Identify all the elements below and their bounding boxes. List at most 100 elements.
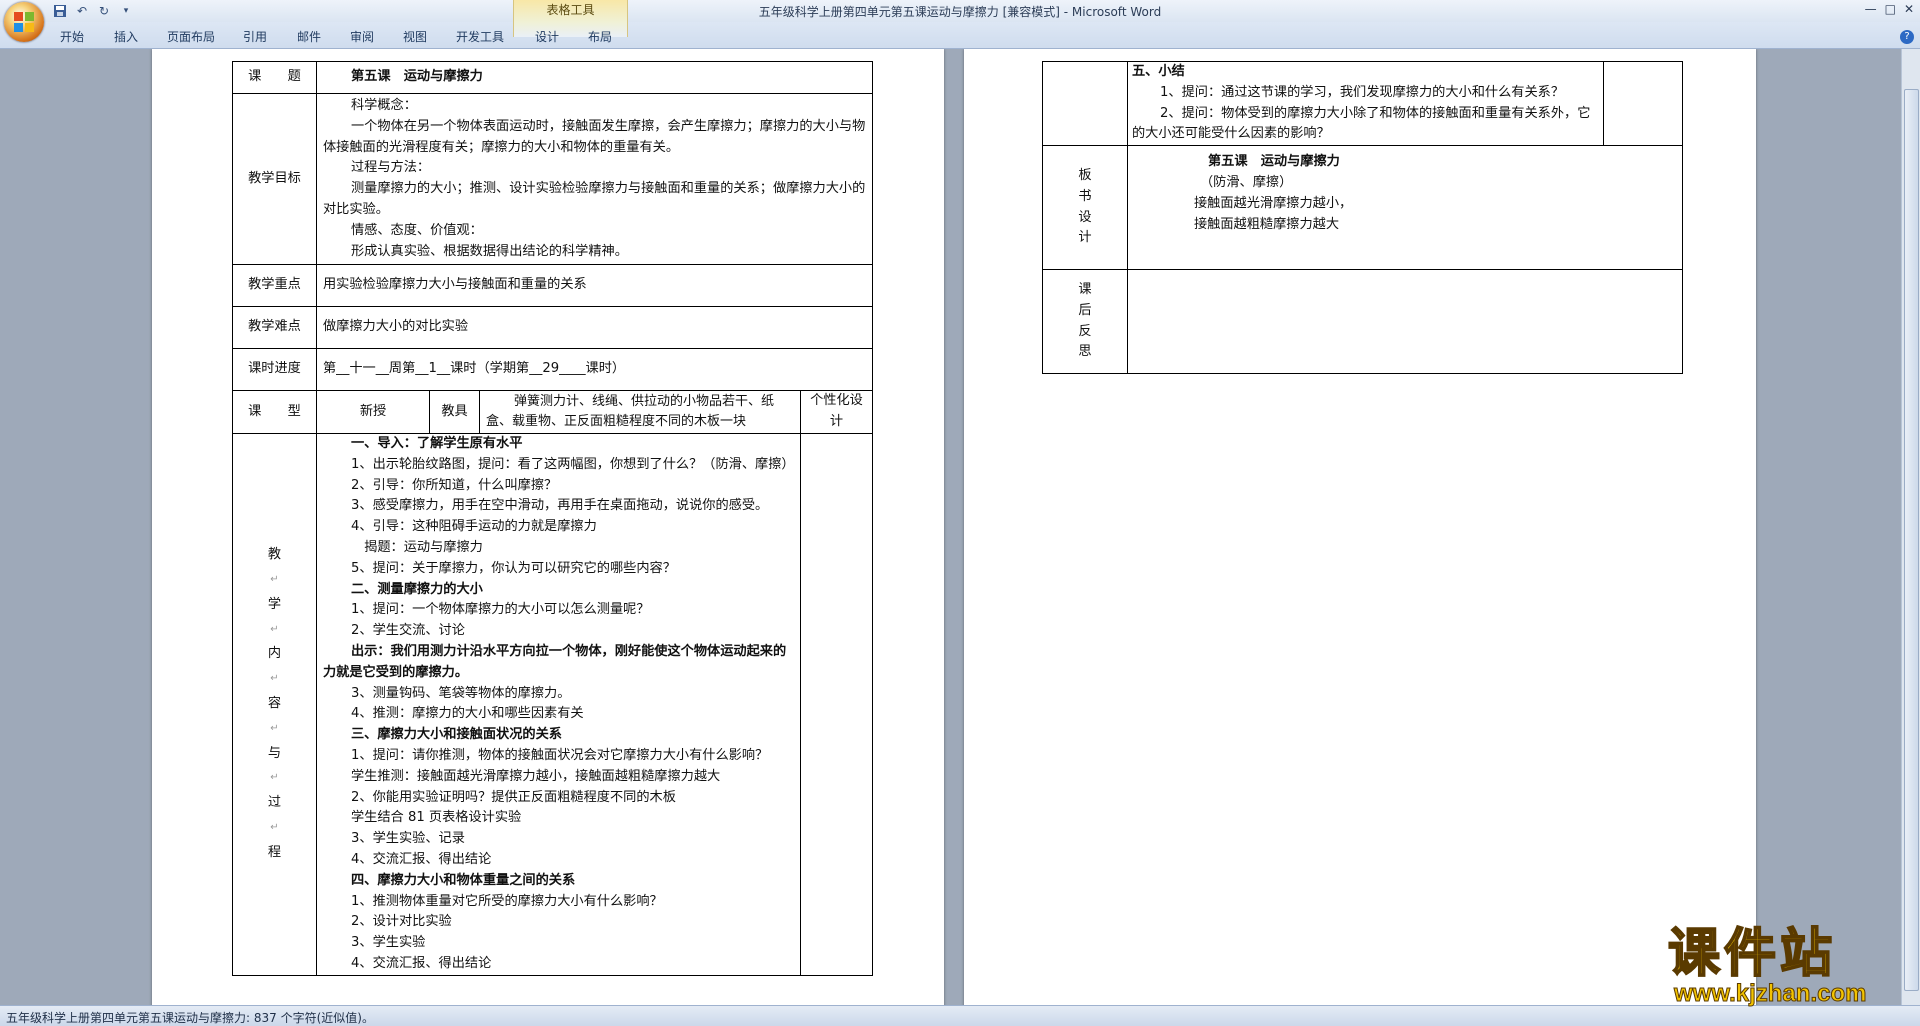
summary-title: 五、小结 xyxy=(1132,64,1185,79)
window-controls: — □ ✕ xyxy=(1865,2,1914,16)
goal-line: 情感、态度、价值观： xyxy=(351,222,483,238)
tab-page-layout[interactable]: 页面布局 xyxy=(167,28,215,45)
process-line: 1、提问：请你推测，物体的接触面状况会对它摩擦力大小有什么影响？ xyxy=(351,747,769,763)
personal-design-cell xyxy=(800,432,873,976)
para-mark: ↵ xyxy=(270,772,279,784)
lesson-table: 课 题 第五课 运动与摩擦力 教学目标 科学概念： 一个物体在另一个物体表面运动… xyxy=(232,61,873,976)
process-line: 二、测量摩擦力的大小 xyxy=(351,581,483,597)
process-line: 3、测量钩码、笔袋等物体的摩擦力。 xyxy=(351,685,571,701)
process-line: 2、学生交流、讨论 xyxy=(351,623,465,639)
board-line: 接触面越粗糙摩擦力越大 xyxy=(1194,216,1340,232)
watermark-url: www.kjzhan.com xyxy=(1674,980,1867,1007)
table-tools-label: 表格工具 xyxy=(546,3,595,17)
process-line: 3、学生实验、记录 xyxy=(351,831,465,847)
save-icon[interactable] xyxy=(52,3,68,19)
board-label: 板 书 设 计 xyxy=(1042,145,1128,271)
process-line: 3、学生实验 xyxy=(351,935,426,951)
goal-line: 过程与方法： xyxy=(351,160,431,176)
process-line: 学生结合 81 页表格设计实验 xyxy=(351,810,522,826)
subject-label: 课 题 xyxy=(232,61,317,94)
reflection-label-char: 后 xyxy=(1078,302,1092,318)
process-label: 教 ↵ 学 ↵ 内 ↵ 容 ↵ 与 ↵ 过 ↵ 程 xyxy=(232,432,317,976)
key-value: 用实验检验摩擦力大小与接触面和重量的关系 xyxy=(316,264,873,308)
difficulty-value: 做摩擦力大小的对比实验 xyxy=(316,306,873,350)
tab-developer[interactable]: 开发工具 xyxy=(456,28,504,45)
process-line: 4、交流汇报、得出结论 xyxy=(351,851,492,867)
process-label-char: 内 xyxy=(267,646,282,662)
watermark-cn: 课件站 xyxy=(1667,923,1837,984)
process-line: 出示：我们用测力计沿水平方向拉一个物体，刚好能使这个物体运动起来的力就是它受到的… xyxy=(323,643,787,680)
tab-references[interactable]: 引用 xyxy=(243,28,267,45)
status-bar: 五年级科学上册第四单元第五课运动与摩擦力: 837 个字符(近似值)。 xyxy=(0,1005,1920,1026)
goals-cell: 科学概念： 一个物体在另一个物体表面运动时，接触面发生摩擦，会产生摩擦力；摩擦力… xyxy=(316,92,873,266)
process-line: 揭题：运动与摩擦力 xyxy=(351,539,483,555)
process-line: 四、摩擦力大小和物体重量之间的关系 xyxy=(351,872,576,888)
process-label-char: 教 xyxy=(267,547,282,563)
process-label-char: 与 xyxy=(267,745,282,761)
vertical-scrollbar[interactable] xyxy=(1901,49,1920,1005)
process-line: 5、提问：关于摩擦力，你认为可以研究它的哪些内容？ xyxy=(351,560,676,576)
page-1: 课 题 第五课 运动与摩擦力 教学目标 科学概念： 一个物体在另一个物体表面运动… xyxy=(152,49,944,1005)
board-design-cell: 第五课 运动与摩擦力 （防滑、摩擦） 接触面越光滑摩擦力越小， 接触面越粗糙摩擦… xyxy=(1127,145,1683,271)
process-line: 2、你能用实验证明吗？提供正反面粗糙程度不同的木板 xyxy=(351,789,676,805)
dropdown-icon[interactable]: ▾ xyxy=(118,3,134,19)
reflection-label: 课 后 反 思 xyxy=(1042,269,1128,375)
status-text: 五年级科学上册第四单元第五课运动与摩擦力: 837 个字符(近似值)。 xyxy=(6,1011,374,1025)
tab-layout[interactable]: 布局 xyxy=(588,28,612,45)
key-label: 教学重点 xyxy=(232,264,317,308)
process-line: 2、设计对比实验 xyxy=(351,914,452,930)
goal-line: 科学概念： xyxy=(351,98,417,113)
process-line: 1、推测物体重量对它所受的摩擦力大小有什么影响？ xyxy=(351,893,663,909)
process-label-char: 容 xyxy=(267,695,282,711)
reflection-label-char: 思 xyxy=(1078,344,1092,360)
tab-mailings[interactable]: 邮件 xyxy=(297,28,321,45)
tools-label: 教具 xyxy=(429,390,480,434)
help-icon[interactable]: ? xyxy=(1900,30,1914,44)
tab-home[interactable]: 开始 xyxy=(60,28,84,45)
tab-insert[interactable]: 插入 xyxy=(114,28,138,45)
close-icon[interactable]: ✕ xyxy=(1904,2,1914,16)
reflection-label-char: 反 xyxy=(1078,323,1092,339)
undo-icon[interactable]: ↶ xyxy=(74,3,90,19)
process-line: 4、交流汇报、得出结论 xyxy=(351,955,492,971)
type-label: 课 型 xyxy=(232,390,317,434)
maximize-icon[interactable]: □ xyxy=(1885,2,1896,16)
tab-view[interactable]: 视图 xyxy=(403,28,427,45)
process-label-char: 过 xyxy=(267,795,282,811)
summary-item: 1、提问：通过这节课的学习，我们发现摩擦力的大小和什么有关系？ xyxy=(1160,84,1565,100)
process-line: 1、提问：一个物体摩擦力的大小可以怎么测量呢？ xyxy=(351,602,650,618)
para-mark: ↵ xyxy=(270,821,279,833)
tab-review[interactable]: 审阅 xyxy=(350,28,374,45)
minimize-icon[interactable]: — xyxy=(1865,2,1877,16)
document-workspace: 课 题 第五课 运动与摩擦力 教学目标 科学概念： 一个物体在另一个物体表面运动… xyxy=(0,49,1902,1005)
para-mark: ↵ xyxy=(270,673,279,685)
ribbon-tabs xyxy=(0,22,1920,49)
reflection-label-char: 课 xyxy=(1078,282,1092,298)
reflection-cell[interactable] xyxy=(1127,269,1683,375)
summary-left-cell xyxy=(1042,60,1128,147)
title-bar: 五年级科学上册第四单元第五课运动与摩擦力 [兼容模式] - Microsoft … xyxy=(0,0,1920,22)
progress-value: 第__十一__周第__1__课时（学期第__29____课时） xyxy=(316,348,873,392)
para-mark: ↵ xyxy=(270,623,279,635)
scrollbar-thumb[interactable] xyxy=(1904,89,1919,991)
quick-access-toolbar: ↶ ↻ ▾ xyxy=(52,3,134,19)
board-title: 第五课 运动与摩擦力 xyxy=(1208,154,1340,170)
process-line: 学生推测：接触面越光滑摩擦力越小，接触面越粗糙摩擦力越大 xyxy=(351,768,721,784)
personal-design-label: 个性化设计 xyxy=(800,390,873,434)
process-line: 4、引导：这种阻碍手运动的力就是摩擦力 xyxy=(351,519,597,535)
goals-label: 教学目标 xyxy=(232,92,317,266)
progress-label: 课时进度 xyxy=(232,348,317,392)
process-line: 3、感受摩擦力，用手在空中滑动，再用手在桌面拖动，说说你的感受。 xyxy=(351,498,769,514)
process-line: 4、推测：摩擦力的大小和哪些因素有关 xyxy=(351,706,584,722)
subject-value: 第五课 运动与摩擦力 xyxy=(316,61,873,94)
board-line: （防滑、摩擦） xyxy=(1200,174,1293,190)
redo-icon[interactable]: ↻ xyxy=(96,3,112,19)
office-button[interactable] xyxy=(4,2,44,42)
board-label-char: 板 xyxy=(1078,168,1092,184)
kjzhan-watermark-logo: 课件站 www.kjzhan.com xyxy=(1667,923,1904,1007)
window-title: 五年级科学上册第四单元第五课运动与摩擦力 [兼容模式] - Microsoft … xyxy=(758,5,1162,19)
board-label-char: 书 xyxy=(1078,188,1092,204)
board-line: 接触面越光滑摩擦力越小， xyxy=(1194,195,1353,211)
tools-value: 弹簧测力计、线绳、供拉动的小物品若干、纸盒、载重物、正反面粗糙程度不同的木板一块 xyxy=(479,390,801,434)
tab-design[interactable]: 设计 xyxy=(535,28,559,45)
